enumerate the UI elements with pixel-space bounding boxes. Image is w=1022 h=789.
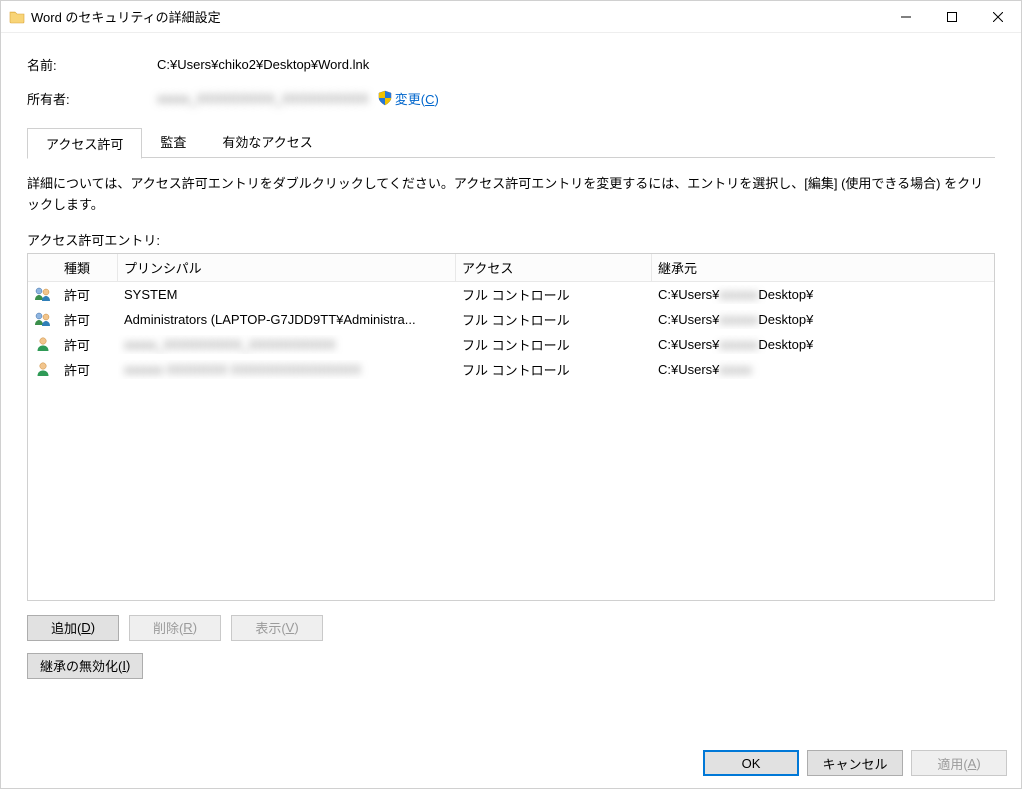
ok-button[interactable]: OK	[703, 750, 799, 776]
tab-permissions[interactable]: アクセス許可	[27, 128, 142, 159]
titlebar: Word のセキュリティの詳細設定	[1, 1, 1021, 33]
cell-principal: xxxxxx XXXXXXX XXXXXXXXXXXXXXX	[118, 360, 456, 379]
col-icon[interactable]	[28, 254, 58, 281]
close-button[interactable]	[975, 1, 1021, 33]
cell-inherited: C:¥Users¥xxxxx	[652, 360, 994, 379]
table-row[interactable]: 許可xxxxxx XXXXXXX XXXXXXXXXXXXXXXフル コントロー…	[28, 357, 994, 382]
minimize-button[interactable]	[883, 1, 929, 33]
dialog-buttons: OK キャンセル 適用(A)	[1, 742, 1021, 788]
group-icon	[28, 309, 58, 329]
user-icon	[28, 359, 58, 379]
table-row[interactable]: 許可SYSTEMフル コントロールC:¥Users¥xxxxxxDesktop¥	[28, 282, 994, 307]
entries-label: アクセス許可エントリ:	[27, 230, 995, 249]
col-access[interactable]: アクセス	[456, 254, 652, 281]
window-title: Word のセキュリティの詳細設定	[31, 7, 221, 26]
cell-access: フル コントロール	[456, 333, 652, 356]
owner-value: xxxxx_XXXXXXXXX_XXXXXXXXXX	[157, 91, 369, 106]
cell-inherited: C:¥Users¥xxxxxxDesktop¥	[652, 335, 994, 354]
tab-description: 詳細については、アクセス許可エントリをダブルクリックしてください。アクセス許可エ…	[27, 174, 995, 216]
tab-auditing[interactable]: 監査	[142, 127, 204, 158]
cell-access: フル コントロール	[456, 283, 652, 306]
disable-inheritance-button[interactable]: 継承の無効化(I)	[27, 653, 143, 679]
table-body: 許可SYSTEMフル コントロールC:¥Users¥xxxxxxDesktop¥…	[28, 282, 994, 600]
cell-type: 許可	[58, 358, 118, 381]
col-inherited[interactable]: 継承元	[652, 254, 994, 281]
cell-type: 許可	[58, 283, 118, 306]
maximize-button[interactable]	[929, 1, 975, 33]
cell-principal: SYSTEM	[118, 285, 456, 304]
shield-icon	[377, 90, 393, 106]
owner-label: 所有者:	[27, 89, 157, 108]
change-owner-link[interactable]: 変更(C)	[395, 89, 439, 108]
table-header: 種類 プリンシパル アクセス 継承元	[28, 254, 994, 282]
remove-button: 削除(R)	[129, 615, 221, 641]
tab-effective-access[interactable]: 有効なアクセス	[204, 127, 330, 158]
cancel-button[interactable]: キャンセル	[807, 750, 903, 776]
cell-principal: Administrators (LAPTOP-G7JDD9TT¥Administ…	[118, 310, 456, 329]
apply-button: 適用(A)	[911, 750, 1007, 776]
col-principal[interactable]: プリンシパル	[118, 254, 456, 281]
cell-access: フル コントロール	[456, 358, 652, 381]
name-value: C:¥Users¥chiko2¥Desktop¥Word.lnk	[157, 57, 369, 72]
cell-inherited: C:¥Users¥xxxxxxDesktop¥	[652, 285, 994, 304]
permissions-table: 種類 プリンシパル アクセス 継承元 許可SYSTEMフル コントロールC:¥U…	[27, 253, 995, 601]
dialog-content: 名前: C:¥Users¥chiko2¥Desktop¥Word.lnk 所有者…	[1, 33, 1021, 742]
table-row[interactable]: 許可Administrators (LAPTOP-G7JDD9TT¥Admini…	[28, 307, 994, 332]
cell-access: フル コントロール	[456, 308, 652, 331]
add-button[interactable]: 追加(D)	[27, 615, 119, 641]
group-icon	[28, 284, 58, 304]
cell-inherited: C:¥Users¥xxxxxxDesktop¥	[652, 310, 994, 329]
user-icon	[28, 334, 58, 354]
cell-principal: xxxxx_XXXXXXXXX_XXXXXXXXXX	[118, 335, 456, 354]
folder-icon	[9, 9, 25, 25]
name-label: 名前:	[27, 55, 157, 74]
table-row[interactable]: 許可xxxxx_XXXXXXXXX_XXXXXXXXXXフル コントロールC:¥…	[28, 332, 994, 357]
tabs: アクセス許可 監査 有効なアクセス	[27, 127, 995, 158]
cell-type: 許可	[58, 308, 118, 331]
cell-type: 許可	[58, 333, 118, 356]
col-type[interactable]: 種類	[58, 254, 118, 281]
view-button: 表示(V)	[231, 615, 323, 641]
